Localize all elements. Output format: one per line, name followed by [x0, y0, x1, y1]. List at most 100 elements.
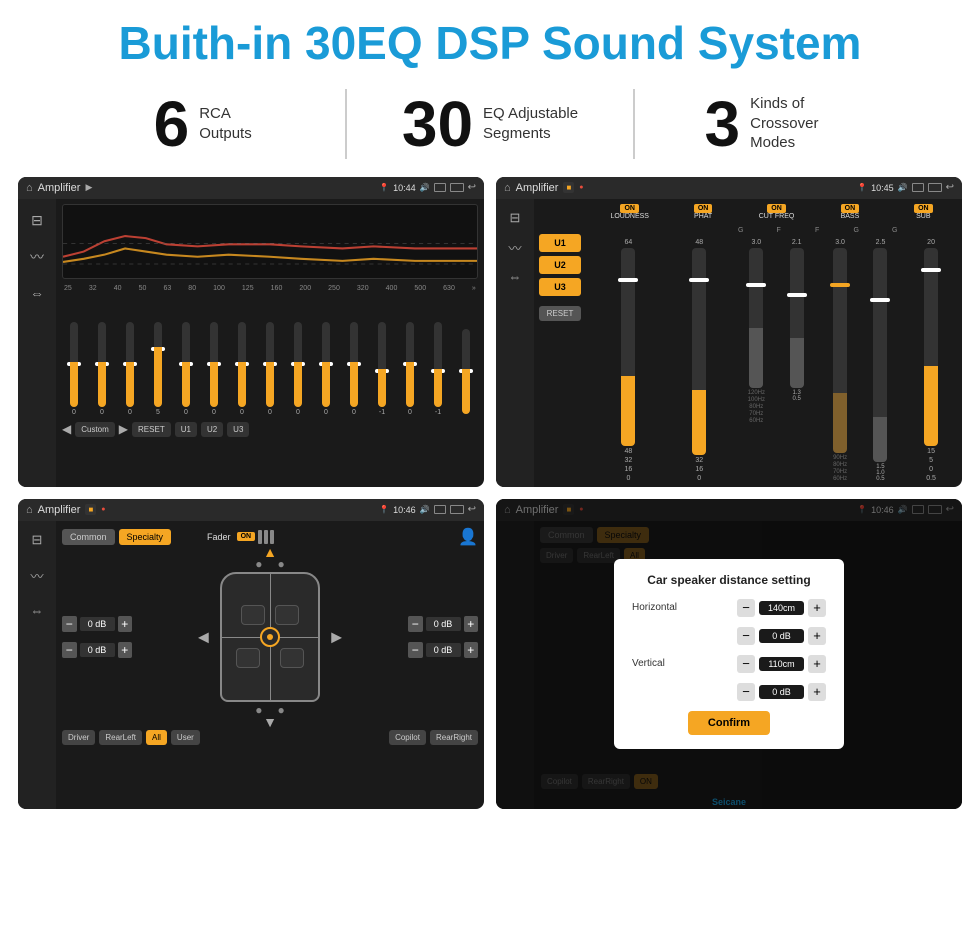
cutfreq-g-thumb[interactable] — [746, 283, 766, 287]
fader-label: Fader — [207, 532, 231, 542]
eq-u3-btn[interactable]: U3 — [227, 422, 249, 437]
fader-main-area: Common Specialty Fader ON 👤 — [56, 521, 484, 809]
fader-btn-rearright[interactable]: RearRight — [430, 730, 478, 745]
bass-g-thumb[interactable] — [870, 298, 890, 302]
cutfreq-g-track[interactable] — [749, 248, 763, 388]
eq-slider-11: -1 — [378, 322, 386, 416]
cross-header-right: 📍 10:45 🔊 ↩ — [857, 182, 954, 193]
loudness-label: LOUDNESS — [610, 213, 649, 220]
eq-slider-3: 5 — [154, 322, 162, 416]
cross-filter-icon[interactable]: ⊟ — [510, 210, 521, 226]
eq-filter-icon[interactable]: ⊟ — [31, 212, 43, 229]
fader-toggle-bars — [258, 530, 274, 544]
dialog-v-db-plus[interactable]: + — [808, 683, 826, 701]
fader-speaker-tl: ● — [255, 557, 262, 571]
fader-bottom-btns: Driver RearLeft All User Copilot RearRig… — [62, 730, 478, 745]
eq-play-icon: ▶ — [85, 182, 92, 193]
fader-arrow-up[interactable]: ▲ — [263, 544, 277, 560]
fader-on-badge[interactable]: ON — [237, 532, 256, 541]
phat-on-badge: ON — [694, 204, 713, 213]
phat-thumb[interactable] — [689, 278, 709, 282]
cutfreq-f-thumb[interactable] — [787, 293, 807, 297]
fader-left-top-minus[interactable]: − — [62, 616, 77, 632]
phat-fill — [692, 390, 706, 455]
dialog-horizontal-minus[interactable]: − — [737, 599, 755, 617]
fader-arrow-down[interactable]: ▼ — [263, 714, 277, 730]
fader-seat-fl — [241, 605, 265, 625]
eq-bottom: ◀ Custom ▶ RESET U1 U2 U3 — [62, 422, 478, 437]
fader-left-bot-plus[interactable]: + — [118, 642, 133, 658]
cross-u2-btn[interactable]: U2 — [539, 256, 581, 274]
loudness-thumb[interactable] — [618, 278, 638, 282]
dialog-confirm-button[interactable]: Confirm — [688, 711, 770, 735]
fader-btn-user[interactable]: User — [171, 730, 200, 745]
cross-u3-btn[interactable]: U3 — [539, 278, 581, 296]
eq-main: 25 32 40 50 63 80 100 125 160 200 250 32… — [56, 199, 484, 487]
fader-tab-specialty[interactable]: Specialty — [119, 529, 172, 545]
cross-u1-btn[interactable]: U1 — [539, 234, 581, 252]
fader-filter-icon[interactable]: ⊟ — [32, 532, 43, 548]
fader-right-bot-minus[interactable]: − — [408, 642, 423, 658]
eq-custom-btn[interactable]: Custom — [75, 422, 115, 437]
fader-btn-all[interactable]: All — [146, 730, 167, 745]
dialog-vertical-minus[interactable]: − — [737, 655, 755, 673]
eq-arrows-icon[interactable]: ⇔ — [30, 285, 44, 301]
fader-right-bot-plus[interactable]: + — [464, 642, 479, 658]
fader-btn-copilot[interactable]: Copilot — [389, 730, 426, 745]
cross-slider-bass: 3.0 90Hz 80Hz 70Hz 60Hz — [821, 239, 899, 482]
eq-header-right: 📍 10:44 🔊 ↩ — [379, 182, 476, 193]
fader-btn-rearleft[interactable]: RearLeft — [99, 730, 142, 745]
fader-btn-driver[interactable]: Driver — [62, 730, 95, 745]
bass-f-thumb[interactable] — [830, 283, 850, 287]
dialog-vertical-label: Vertical — [632, 658, 665, 669]
eq-val-5: 0 — [212, 409, 216, 416]
crossover-header: ⌂ Amplifier ■ ● 📍 10:45 🔊 ↩ — [496, 177, 962, 199]
fader-wave-icon[interactable]: 〰 — [30, 566, 43, 585]
fader-left-top-db: 0 dB — [80, 617, 115, 631]
eq-fill-14 — [462, 369, 470, 414]
sub-thumb[interactable] — [921, 268, 941, 272]
sub-track[interactable] — [924, 248, 938, 446]
cross-arrows-icon[interactable]: ⇔ — [509, 269, 522, 284]
cross-gf-row: G F F G G — [586, 227, 957, 234]
fader-header: ⌂ Amplifier ■ ● 📍 10:46 🔊 ↩ — [18, 499, 484, 521]
cutfreq-f-track[interactable] — [790, 248, 804, 388]
fader-left-bot-minus[interactable]: − — [62, 642, 77, 658]
fader-tab-common[interactable]: Common — [62, 529, 115, 545]
fader-speaker-icon: 🔊 — [420, 505, 430, 514]
eq-next-btn[interactable]: ▶ — [119, 422, 128, 436]
cross-reset-btn[interactable]: RESET — [539, 306, 581, 321]
eq-u1-btn[interactable]: U1 — [175, 422, 197, 437]
dialog-h-db-minus[interactable]: − — [737, 627, 755, 645]
fader-right-top-minus[interactable]: − — [408, 616, 423, 632]
fader-area: − 0 dB + − 0 dB + — [62, 552, 478, 722]
fader-right-top-plus[interactable]: + — [464, 616, 479, 632]
bass-f-track[interactable] — [833, 248, 847, 453]
dialog-h-db-value: 0 dB — [759, 629, 804, 643]
eq-reset-btn[interactable]: RESET — [132, 422, 171, 437]
eq-val-11: -1 — [379, 409, 385, 416]
eq-sliders: 0 0 0 — [62, 296, 478, 416]
fader-arrows-icon[interactable]: ⇔ — [31, 603, 44, 618]
fader-arrow-left[interactable]: ◀ — [198, 628, 209, 645]
dialog-vertical-plus[interactable]: + — [808, 655, 826, 673]
eq-prev-btn[interactable]: ◀ — [62, 422, 71, 436]
cross-home-icon: ⌂ — [504, 182, 511, 194]
eq-u2-btn[interactable]: U2 — [201, 422, 223, 437]
eq-wave-icon[interactable]: 〰 — [30, 247, 44, 267]
dialog-v-db-minus[interactable]: − — [737, 683, 755, 701]
cross-wave-icon[interactable]: 〰 — [508, 238, 521, 257]
fader-person-icon: 👤 — [458, 527, 478, 547]
eq-fill-11 — [378, 369, 386, 407]
phat-track[interactable] — [692, 248, 706, 455]
fader-left-top-plus[interactable]: + — [118, 616, 133, 632]
loudness-track[interactable] — [621, 248, 635, 446]
bass-g-track[interactable] — [873, 248, 887, 462]
fader-center-knob[interactable] — [260, 627, 280, 647]
fader-header-right: 📍 10:46 🔊 ↩ — [379, 504, 476, 515]
fader-location-icon: 📍 — [379, 505, 389, 514]
dialog-horizontal-plus[interactable]: + — [808, 599, 826, 617]
dialog-h-db-plus[interactable]: + — [808, 627, 826, 645]
eq-val-12: 0 — [408, 409, 412, 416]
fader-arrow-right[interactable]: ▶ — [331, 628, 342, 645]
